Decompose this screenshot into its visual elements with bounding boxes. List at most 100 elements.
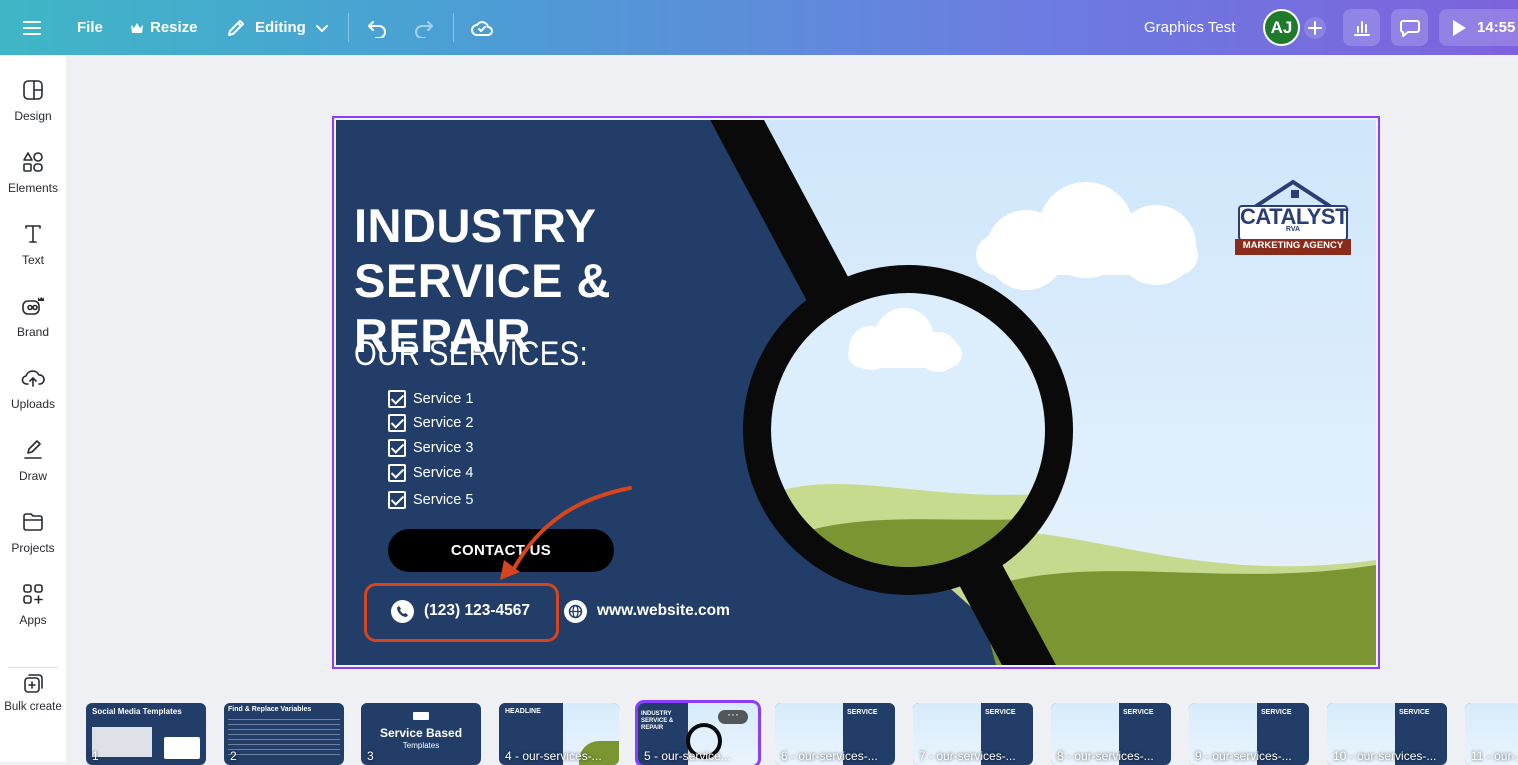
folder-icon: [23, 513, 43, 531]
thumbnail-label: 11 - our-...: [1471, 749, 1518, 763]
thumbnail-label: 6 - our-services-...: [781, 749, 878, 763]
website-row[interactable]: www.website.com: [564, 598, 730, 624]
insights-button[interactable]: [1343, 9, 1380, 46]
plus-icon: [1304, 16, 1326, 39]
thumbnail-label: 8 - our-services-...: [1057, 749, 1154, 763]
list-item: Service 2: [388, 414, 473, 432]
add-collaborator-button[interactable]: [1303, 0, 1327, 55]
sidebar-item-brand[interactable]: Brand: [0, 295, 66, 359]
sidebar-item-apps[interactable]: Apps: [0, 583, 66, 647]
page-thumbnail-5[interactable]: INDUSTRY SERVICE & REPAIR ··· 5 - our-serv…: [635, 700, 761, 765]
headline-line: SERVICE &: [354, 254, 611, 307]
more-options-button[interactable]: ···: [718, 708, 748, 724]
globe-icon: [564, 599, 587, 623]
annotation-highlight-box: [364, 583, 559, 642]
file-menu-button[interactable]: File: [77, 0, 103, 55]
play-icon: [1453, 19, 1466, 36]
chevron-down-icon: [315, 24, 328, 32]
editing-label: Editing: [255, 19, 306, 36]
hamburger-menu-icon: [23, 20, 41, 35]
services-title[interactable]: OUR SERVICES:: [354, 335, 588, 374]
avatar[interactable]: AJ: [1263, 9, 1300, 46]
sidebar-item-label: Projects: [11, 541, 55, 555]
undo-icon: [368, 20, 386, 38]
thumbnail-label: 5 - our-service...: [644, 749, 731, 763]
editing-mode-dropdown[interactable]: Editing: [226, 0, 329, 55]
resize-button[interactable]: Resize: [130, 0, 198, 55]
toolbar-divider: [453, 13, 454, 42]
logo-tagline: MARKETING AGENCY: [1242, 240, 1344, 251]
thumbnail-preview: [228, 719, 340, 759]
present-button[interactable]: 14:55: [1439, 9, 1518, 46]
main-menu-button[interactable]: [22, 0, 42, 55]
redo-icon: [415, 20, 433, 38]
service-label: Service 1: [413, 391, 474, 407]
website-url: www.website.com: [597, 602, 730, 619]
resize-label: Resize: [150, 19, 198, 36]
thumbnail-label: 4 - our-services-...: [505, 749, 602, 763]
page-thumbnail-9[interactable]: SERVICE 9 - our-services-...: [1189, 703, 1309, 765]
page-thumbnail-1[interactable]: Social Media Templates 1: [86, 703, 206, 765]
uploads-icon: [21, 370, 45, 387]
page-thumbnail-4[interactable]: HEADLINE 4 - our-services-...: [499, 703, 619, 765]
logo-subtitle: RVA: [1285, 226, 1301, 233]
sidebar-item-label: Text: [21, 253, 44, 267]
page-thumbnail-10[interactable]: SERVICE 10 - our-services-...: [1327, 703, 1447, 765]
sidebar-item-elements[interactable]: Elements: [0, 151, 66, 215]
thumbnail-label: 7 - our-services-...: [919, 749, 1016, 763]
design-icon: [23, 80, 43, 100]
checkbox-icon: [388, 439, 406, 457]
checkbox-icon: [388, 390, 406, 408]
list-item: Service 4: [388, 464, 473, 482]
sidebar-item-bulk-create[interactable]: Bulk create: [0, 673, 66, 737]
checkbox-icon: [388, 464, 406, 482]
checkbox-icon: [388, 491, 406, 509]
page-thumbnail-2[interactable]: Find & Replace Variables 2: [224, 703, 344, 765]
sidebar-item-draw[interactable]: Draw: [0, 439, 66, 503]
page-thumbnail-11[interactable]: 11 - our-...: [1465, 703, 1518, 765]
comments-button[interactable]: [1391, 9, 1428, 46]
page-thumbnail-6[interactable]: SERVICE 6 - our-services-...: [775, 703, 895, 765]
thumbnail-logo: [164, 737, 200, 759]
service-label: Service 3: [413, 440, 474, 456]
thumbnail-label: 9 - our-services-...: [1195, 749, 1292, 763]
thumbnail-number: 1: [92, 749, 99, 763]
cloud-save-status[interactable]: [470, 0, 494, 55]
sidebar-item-uploads[interactable]: Uploads: [0, 367, 66, 431]
thumbnail-title: Find & Replace Variables: [228, 706, 312, 713]
sidebar-item-design[interactable]: Design: [0, 79, 66, 143]
cloud-check-icon: [471, 20, 493, 36]
apps-icon: [23, 584, 43, 604]
list-item: Service 5: [388, 491, 473, 509]
service-label: Service 2: [413, 415, 474, 431]
thumbnail-number: 2: [230, 749, 237, 763]
comment-icon: [1399, 19, 1420, 37]
page-thumbnail-3[interactable]: Service Based Templates 3: [361, 703, 481, 765]
sidebar-item-label: Elements: [7, 181, 59, 195]
checkbox-icon: [388, 414, 406, 432]
sidebar-item-projects[interactable]: Projects: [0, 511, 66, 575]
crown-icon: [131, 22, 143, 33]
bar-chart-icon: [1353, 20, 1370, 36]
undo-button[interactable]: [366, 0, 388, 55]
thumbnail-preview: [92, 727, 152, 757]
text-icon: [25, 225, 41, 243]
toolbar-divider: [348, 13, 349, 42]
page-thumbnail-7[interactable]: SERVICE 7 - our-services-...: [913, 703, 1033, 765]
sidebar-item-text[interactable]: Text: [0, 223, 66, 287]
bulk-create-icon: [24, 674, 43, 693]
sidebar-item-label: Draw: [18, 469, 47, 483]
redo-button[interactable]: [413, 0, 435, 55]
headline-line: INDUSTRY: [354, 199, 597, 252]
draw-icon: [24, 440, 42, 459]
thumbnail-title: Social Media Templates: [92, 707, 182, 716]
service-label: Service 4: [413, 465, 474, 481]
thumbnail-number: 3: [367, 749, 374, 763]
top-toolbar: File Resize Editing Graphics Test AJ 14:…: [0, 0, 1518, 55]
page-thumbnail-8[interactable]: SERVICE 8 - our-services-...: [1051, 703, 1171, 765]
sidebar-item-label: Apps: [19, 613, 47, 627]
elements-icon: [23, 152, 43, 172]
sidebar-item-label: Design: [14, 109, 52, 123]
document-title[interactable]: Graphics Test: [1144, 0, 1235, 55]
pencil-icon: [228, 19, 244, 36]
